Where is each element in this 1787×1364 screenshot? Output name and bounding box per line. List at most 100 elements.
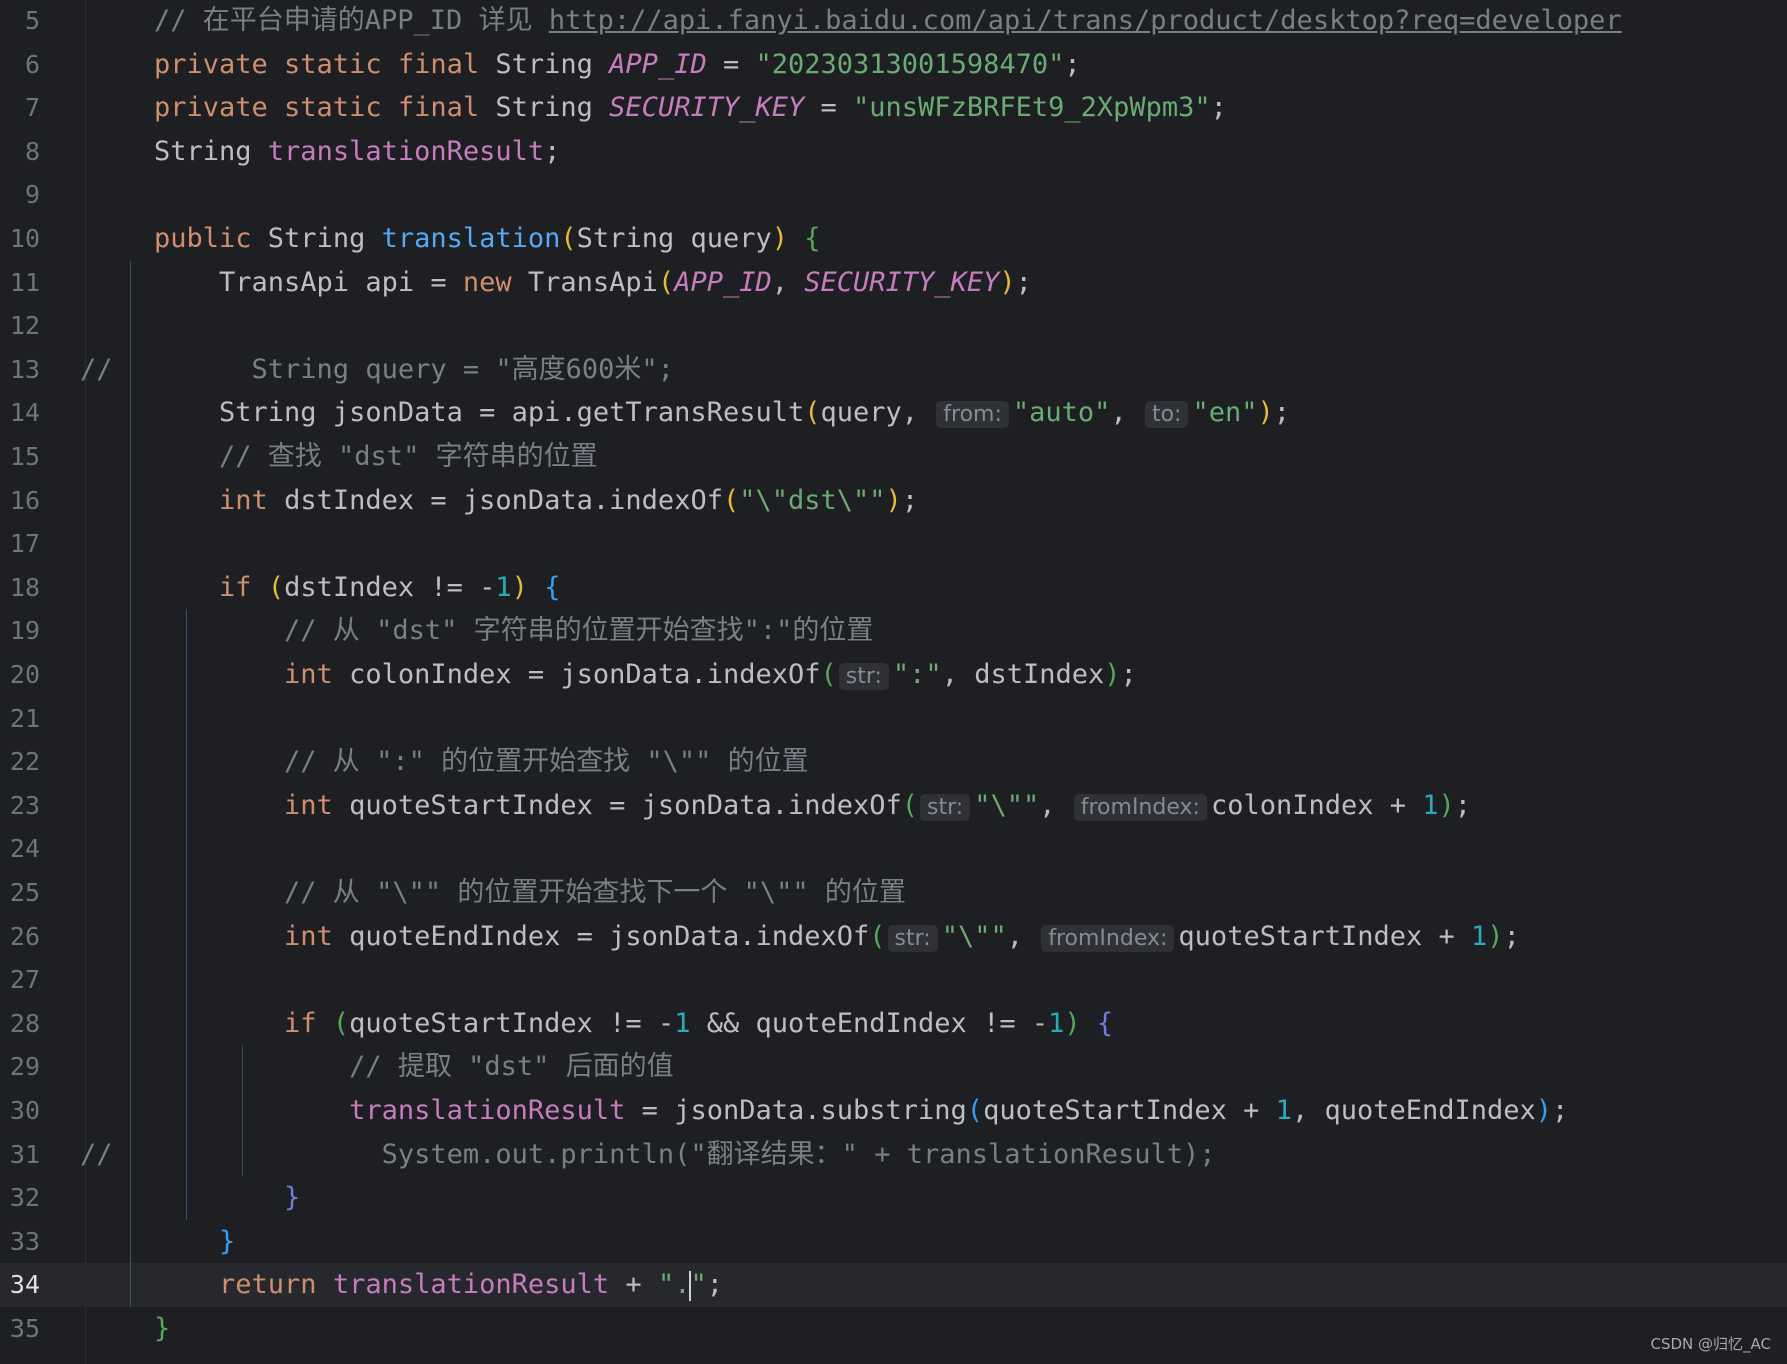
line-number: 13 [9, 354, 40, 384]
code-token: String [495, 92, 610, 124]
code-token: } [219, 1225, 236, 1257]
code-line[interactable] [86, 958, 1787, 1002]
line-number: 11 [9, 267, 40, 297]
code-line[interactable] [86, 827, 1787, 871]
code-editor[interactable]: 5 6 7 8 9 10 11 12 13 14 15 16 17 18 19 20 21 22 23 24 25 26 2… [0, 0, 1787, 1364]
code-token: // 从 "\"" 的位置开始查找下一个 "\"" 的位置 [154, 877, 906, 908]
watermark: CSDN @归忆_AC [1650, 1335, 1771, 1353]
line-number: 30 [9, 1096, 40, 1125]
code-line[interactable]: } [86, 1220, 1787, 1264]
code-line[interactable]: private static final String APP_ID = "20… [86, 43, 1787, 87]
code-token: + [609, 1269, 658, 1301]
code-token: = [804, 92, 854, 124]
code-token: = [706, 48, 756, 80]
line-number: 12 [9, 311, 40, 341]
code-token: { [1096, 1007, 1114, 1039]
code-line[interactable]: System.out.println("翻译结果：" + translation… [86, 1133, 1787, 1177]
code-token: int [284, 789, 350, 821]
code-token: , dstIndex [941, 659, 1105, 690]
code-token: int [284, 920, 350, 952]
indent-guide [186, 609, 187, 1220]
code-line[interactable] [86, 173, 1787, 217]
code-token: ; [1210, 92, 1227, 124]
code-token: String [267, 223, 382, 254]
code-token: quoteStartIndex + [1178, 920, 1472, 952]
parameter-hint: to: [1144, 401, 1189, 429]
parameter-hint: fromIndex: [1073, 793, 1207, 821]
code-token: String query = "高度600米"; [154, 353, 674, 385]
code-token: ) [1438, 789, 1455, 821]
code-line[interactable]: if (quoteStartIndex != -1 && quoteEndInd… [86, 1002, 1787, 1046]
code-line[interactable] [86, 697, 1787, 741]
code-token: String [495, 48, 610, 80]
code-token: quoteStartIndex != - [349, 1007, 675, 1039]
code-token: colonIndex + [1210, 789, 1423, 821]
code-line[interactable]: // 从 "dst" 字符串的位置开始查找":"的位置 [86, 609, 1787, 653]
line-number: 24 [9, 834, 40, 864]
code-line[interactable]: String jsonData = api.getTransResult(que… [86, 391, 1787, 435]
code-token: ". [657, 1269, 691, 1301]
code-token: dstIndex = jsonData.indexOf [284, 484, 723, 516]
code-line[interactable]: // 从 ":" 的位置开始查找 "\"" 的位置 [86, 740, 1787, 784]
parameter-hint: str: [887, 924, 938, 952]
code-line[interactable]: int quoteStartIndex = jsonData.indexOf(s… [86, 784, 1787, 828]
code-token: String jsonData = api.getTransResult [154, 397, 805, 429]
code-area[interactable]: // 在平台申请的APP_ID 详见 http://api.fanyi.baid… [80, 0, 1787, 1364]
code-token: , [771, 266, 805, 298]
code-line[interactable]: // 从 "\"" 的位置开始查找下一个 "\"" 的位置 [86, 871, 1787, 915]
code-line[interactable] [86, 522, 1787, 566]
line-number: 21 [9, 703, 40, 733]
code-line[interactable]: if (dstIndex != -1) { [86, 566, 1787, 610]
code-token: String query [576, 223, 772, 254]
code-line[interactable]: TransApi api = new TransApi(APP_ID, SECU… [86, 261, 1787, 305]
code-line[interactable]: } [86, 1307, 1787, 1351]
code-token: ) [1487, 920, 1504, 952]
code-token: ( [820, 659, 837, 690]
code-token: ; [1015, 266, 1032, 298]
code-token: 1 [1471, 920, 1488, 952]
code-line[interactable]: int dstIndex = jsonData.indexOf("\"dst\"… [86, 479, 1787, 523]
code-token: SECURITY_KEY [609, 92, 805, 124]
code-token: int [219, 484, 285, 516]
code-line[interactable]: String query = "高度600米"; [86, 348, 1787, 392]
code-token: ( [804, 397, 821, 429]
indent-guide [242, 1045, 243, 1177]
code-line[interactable] [86, 304, 1787, 348]
code-line[interactable]: } [86, 1176, 1787, 1220]
code-token: "\"dst\"" [739, 484, 886, 516]
code-token: " [690, 1269, 707, 1301]
code-token: translationResult [267, 135, 545, 167]
indent-guide [130, 260, 131, 1307]
code-line[interactable]: // 在平台申请的APP_ID 详见 http://api.fanyi.baid… [86, 0, 1787, 43]
code-token: && quoteEndIndex != - [690, 1007, 1049, 1039]
code-token: quoteStartIndex = jsonData.indexOf [349, 789, 902, 821]
code-token: 1 [674, 1007, 691, 1039]
code-line[interactable]: int quoteEndIndex = jsonData.indexOf(str… [86, 915, 1787, 959]
code-token: , [1110, 397, 1143, 429]
code-token: } [284, 1182, 301, 1214]
code-line[interactable]: private static final String SECURITY_KEY… [86, 86, 1787, 130]
code-line[interactable]: String translationResult; [86, 130, 1787, 174]
code-token: "unsWFzBRFEt9_2XpWpm3" [853, 92, 1211, 124]
code-token: private static final [154, 48, 496, 80]
code-line[interactable]: // 查找 "dst" 字符串的位置 [86, 435, 1787, 479]
code-token: , quoteEndIndex [1291, 1095, 1536, 1126]
line-number: 29 [9, 1052, 40, 1082]
code-token: ; [544, 135, 561, 167]
current-code-line[interactable]: return translationResult + "."; [86, 1263, 1787, 1307]
code-token: APP_ID [609, 48, 707, 80]
code-line[interactable]: translationResult = jsonData.substring(q… [86, 1089, 1787, 1133]
code-token: quoteStartIndex + [983, 1095, 1276, 1126]
line-number: 26 [9, 921, 40, 951]
line-number-gutter[interactable]: 5 6 7 8 9 10 11 12 13 14 15 16 17 18 19 20 21 22 23 24 25 26 2… [0, 0, 86, 1364]
code-token: new [462, 266, 528, 298]
code-line[interactable]: int colonIndex = jsonData.indexOf(str: ":… [86, 653, 1787, 697]
code-line[interactable]: // 提取 "dst" 后面的值 [86, 1045, 1787, 1089]
code-token: 1 [1048, 1007, 1065, 1039]
code-line[interactable]: public String translation(String query) … [86, 217, 1787, 261]
line-number: 14 [9, 398, 40, 428]
line-number: 10 [9, 224, 40, 253]
